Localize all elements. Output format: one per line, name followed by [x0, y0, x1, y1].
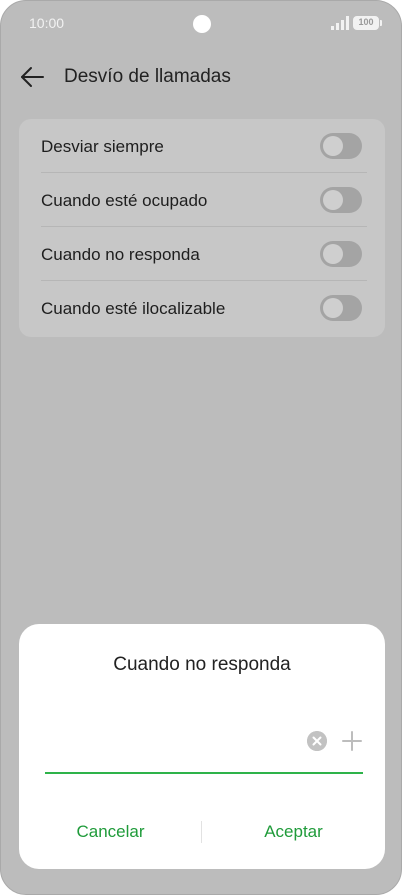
toggle-switch[interactable] [320, 187, 362, 213]
accept-button[interactable]: Aceptar [202, 812, 385, 852]
status-time: 10:00 [29, 15, 65, 31]
toggle-switch[interactable] [320, 241, 362, 267]
toggle-knob [323, 190, 343, 210]
plus-icon[interactable] [341, 730, 363, 752]
setting-row-always-forward[interactable]: Desviar siempre [19, 119, 385, 173]
app-header: Desvío de llamadas [1, 53, 401, 101]
phone-number-input[interactable] [45, 724, 285, 758]
toggle-switch[interactable] [320, 295, 362, 321]
phone-screen: 10:00 100 Desvío de llamadas Desviar sie… [0, 0, 402, 895]
setting-label: Cuando esté ilocalizable [41, 299, 226, 318]
camera-cutout [193, 15, 211, 33]
cancel-button[interactable]: Cancelar [19, 812, 202, 852]
dialog-title: Cuando no responda [113, 654, 291, 675]
setting-label: Cuando esté ocupado [41, 191, 208, 210]
status-bar: 10:00 100 [1, 1, 401, 45]
arrow-left-icon[interactable] [19, 65, 45, 89]
input-underline [45, 772, 363, 774]
toggle-knob [323, 136, 343, 156]
setting-row-no-answer[interactable]: Cuando no responda [19, 227, 385, 281]
forward-number-dialog: Cuando no responda Cancelar Aceptar [19, 624, 385, 869]
setting-label: Desviar siempre [41, 137, 164, 156]
signal-icon [331, 16, 349, 30]
clear-circle-icon[interactable] [307, 731, 327, 751]
call-forwarding-list: Desviar siempre Cuando esté ocupado Cuan… [19, 119, 385, 337]
toggle-knob [323, 244, 343, 264]
battery-tip [380, 20, 382, 26]
setting-row-unreachable[interactable]: Cuando esté ilocalizable [19, 281, 385, 335]
battery-icon: 100 [353, 16, 379, 30]
setting-row-when-busy[interactable]: Cuando esté ocupado [19, 173, 385, 227]
toggle-knob [323, 298, 343, 318]
page-title: Desvío de llamadas [64, 66, 231, 87]
setting-label: Cuando no responda [41, 245, 200, 264]
toggle-switch[interactable] [320, 133, 362, 159]
